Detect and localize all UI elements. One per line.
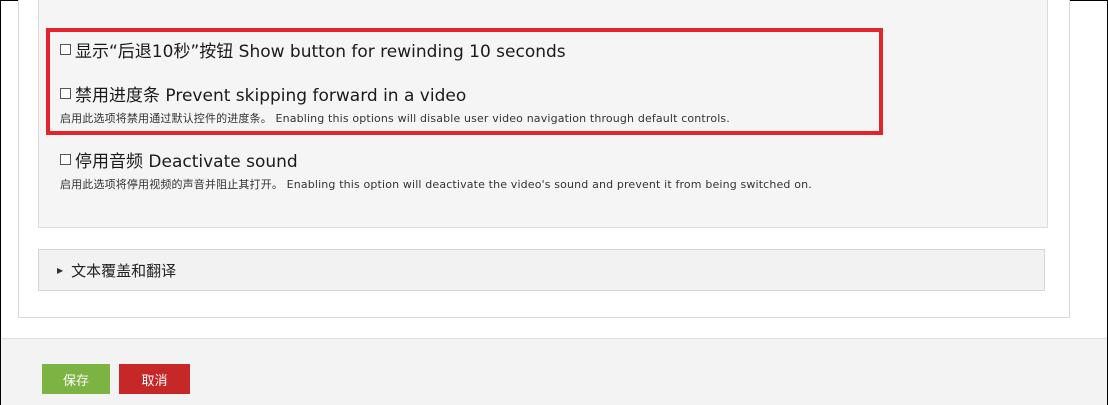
save-button[interactable]: 保存 — [42, 364, 110, 394]
deactivate-sound-checkbox[interactable] — [60, 154, 71, 165]
cancel-button[interactable]: 取消 — [119, 364, 190, 394]
highlight-annotation — [46, 28, 883, 135]
deactivate-sound-label-text: 停用音频 Deactivate sound — [75, 152, 298, 172]
text-overlay-section-title: 文本覆盖和翻译 — [71, 261, 177, 280]
option-deactivate-sound-label[interactable]: 停用音频 Deactivate sound — [60, 147, 812, 172]
footer-bar: 保存 取消 — [1, 338, 1107, 405]
text-overlay-section-header[interactable]: ▶ 文本覆盖和翻译 — [38, 249, 1045, 291]
caret-right-icon: ▶ — [57, 265, 64, 275]
deactivate-sound-help: 启用此选项将停用视频的声音并阻止其打开。 Enabling this optio… — [60, 178, 812, 191]
option-deactivate-sound: 停用音频 Deactivate sound 启用此选项将停用视频的声音并阻止其打… — [60, 147, 812, 192]
